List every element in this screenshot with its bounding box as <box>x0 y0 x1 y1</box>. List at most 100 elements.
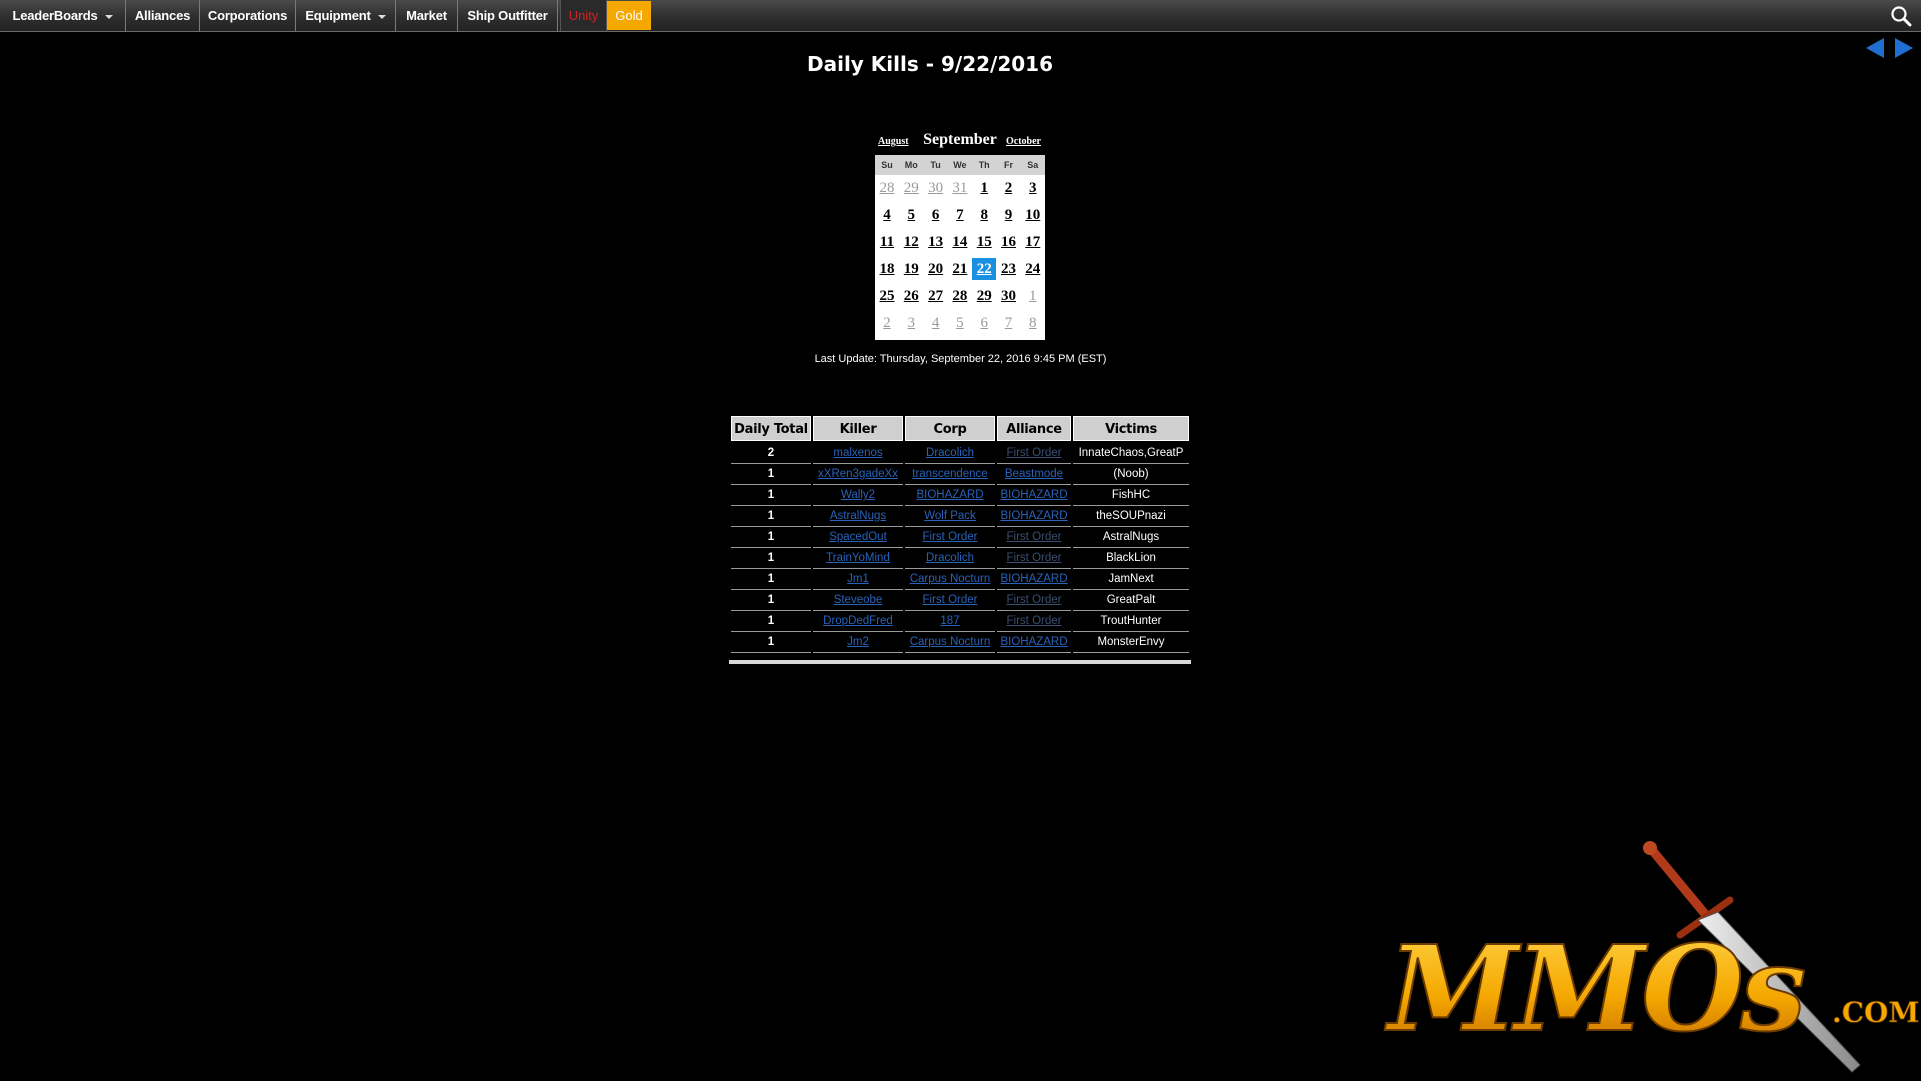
calendar-day[interactable]: 1 <box>1021 285 1045 307</box>
corp-link[interactable]: Dracolich <box>905 548 995 569</box>
calendar-day[interactable]: 1 <box>972 177 996 199</box>
calendar-day[interactable]: 29 <box>972 285 996 307</box>
killer-link[interactable]: SpacedOut <box>813 527 903 548</box>
calendar-day[interactable]: 24 <box>1021 258 1045 280</box>
right-arrow-icon[interactable] <box>1893 36 1915 60</box>
left-arrow-icon[interactable] <box>1864 36 1886 60</box>
svg-text:.COM: .COM <box>1832 996 1919 1029</box>
calendar-day[interactable]: 21 <box>948 258 972 280</box>
calendar-day[interactable]: 23 <box>997 258 1021 280</box>
nav-equipment[interactable]: Equipment <box>296 0 396 31</box>
nav-leaderboards[interactable]: LeaderBoards <box>0 0 126 31</box>
calendar: Su Mo Tu We Th Fr Sa 28 29 30 31 1 2 3 4 5 6 7 8 9 10 11 12 13… <box>875 155 1045 340</box>
alliance-link[interactable]: BIOHAZARD <box>997 506 1071 527</box>
calendar-day[interactable]: 19 <box>899 258 923 280</box>
calendar-day[interactable]: 2 <box>997 177 1021 199</box>
calendar-day[interactable]: 11 <box>875 231 899 253</box>
calendar-day[interactable]: 27 <box>924 285 948 307</box>
calendar-day[interactable]: 10 <box>1021 204 1045 226</box>
calendar-day[interactable]: 9 <box>997 204 1021 226</box>
calendar-day[interactable]: 5 <box>899 204 923 226</box>
corp-link[interactable]: Carpus Nocturn <box>905 632 995 653</box>
daily-total-cell: 1 <box>731 569 811 590</box>
calendar-day[interactable]: 26 <box>899 285 923 307</box>
victims-cell: MonsterEnvy <box>1073 632 1189 653</box>
alliance-link[interactable]: First Order <box>997 590 1071 611</box>
calendar-day[interactable]: 28 <box>948 285 972 307</box>
killer-link[interactable]: TrainYoMind <box>813 548 903 569</box>
calendar-day[interactable]: 30 <box>924 177 948 199</box>
daily-total-cell: 1 <box>731 485 811 506</box>
nav-corporations[interactable]: Corporations <box>200 0 296 31</box>
calendar-day[interactable]: 7 <box>997 312 1021 334</box>
calendar-day[interactable]: 31 <box>948 177 972 199</box>
nav-alliances-label: Alliances <box>134 8 191 23</box>
calendar-day[interactable]: 25 <box>875 285 899 307</box>
nav-alliances[interactable]: Alliances <box>126 0 200 31</box>
calendar-day[interactable]: 2 <box>875 312 899 334</box>
calendar-day[interactable]: 3 <box>899 312 923 334</box>
victims-cell: theSOUPnazi <box>1073 506 1189 527</box>
corp-link[interactable]: Carpus Nocturn <box>905 569 995 590</box>
victims-cell: AstralNugs <box>1073 527 1189 548</box>
killer-link[interactable]: Jm2 <box>813 632 903 653</box>
calendar-day[interactable]: 28 <box>875 177 899 199</box>
alliance-link[interactable]: First Order <box>997 611 1071 632</box>
corp-link[interactable]: Wolf Pack <box>905 506 995 527</box>
alliance-link[interactable]: First Order <box>997 443 1071 464</box>
corp-link[interactable]: transcendence <box>905 464 995 485</box>
calendar-day[interactable]: 12 <box>899 231 923 253</box>
calendar-day[interactable]: 4 <box>924 312 948 334</box>
calendar-day[interactable]: 7 <box>948 204 972 226</box>
daily-total-cell: 1 <box>731 464 811 485</box>
alliance-link[interactable]: BIOHAZARD <box>997 485 1071 506</box>
corp-link[interactable]: BIOHAZARD <box>905 485 995 506</box>
calendar-day[interactable]: 8 <box>972 204 996 226</box>
alliance-link[interactable]: BIOHAZARD <box>997 569 1071 590</box>
calendar-day[interactable]: 6 <box>972 312 996 334</box>
calendar-day[interactable]: 30 <box>997 285 1021 307</box>
killer-header: Killer <box>813 416 903 441</box>
calendar-day[interactable]: 5 <box>948 312 972 334</box>
calendar-weekday-label: Su <box>881 160 893 170</box>
killer-link[interactable]: malxenos <box>813 443 903 464</box>
killer-link[interactable]: AstralNugs <box>813 506 903 527</box>
nav-gold-button[interactable]: Gold <box>607 1 651 30</box>
victims-header: Victims <box>1073 416 1189 441</box>
killer-link[interactable]: Steveobe <box>813 590 903 611</box>
calendar-day[interactable]: 14 <box>948 231 972 253</box>
calendar-day[interactable]: 15 <box>972 231 996 253</box>
calendar-day[interactable]: 29 <box>899 177 923 199</box>
killer-link[interactable]: DropDedFred <box>813 611 903 632</box>
search-icon[interactable] <box>1890 5 1912 27</box>
calendar-day[interactable]: 6 <box>924 204 948 226</box>
calendar-day[interactable]: 20 <box>924 258 948 280</box>
daily-total-cell: 1 <box>731 611 811 632</box>
alliance-link[interactable]: BIOHAZARD <box>997 632 1071 653</box>
alliance-link[interactable]: First Order <box>997 527 1071 548</box>
top-navbar: LeaderBoards Alliances Corporations Equi… <box>0 0 1921 32</box>
calendar-day[interactable]: 3 <box>1021 177 1045 199</box>
alliance-link[interactable]: First Order <box>997 548 1071 569</box>
calendar-day[interactable]: 13 <box>924 231 948 253</box>
daily-total-cell: 1 <box>731 590 811 611</box>
alliance-link[interactable]: Beastmode <box>997 464 1071 485</box>
calendar-day[interactable]: 16 <box>997 231 1021 253</box>
calendar-day[interactable]: 8 <box>1021 312 1045 334</box>
calendar-day[interactable]: 17 <box>1021 231 1045 253</box>
nav-ship-outfitter[interactable]: Ship Outfitter <box>458 0 558 31</box>
corp-link[interactable]: Dracolich <box>905 443 995 464</box>
calendar-day-selected[interactable]: 22 <box>972 258 997 280</box>
calendar-day[interactable]: 18 <box>875 258 899 280</box>
killer-link[interactable]: Wally2 <box>813 485 903 506</box>
corp-link[interactable]: First Order <box>905 590 995 611</box>
killer-link[interactable]: xXRen3gadeXx <box>813 464 903 485</box>
corp-link[interactable]: First Order <box>905 527 995 548</box>
nav-market[interactable]: Market <box>396 0 458 31</box>
nav-unity-button[interactable]: Unity <box>560 0 607 31</box>
corp-link[interactable]: 187 <box>905 611 995 632</box>
killer-link[interactable]: Jm1 <box>813 569 903 590</box>
calendar-day[interactable]: 4 <box>875 204 899 226</box>
daily-total-cell: 2 <box>731 443 811 464</box>
calendar-next-month-link[interactable]: October <box>1006 136 1041 147</box>
